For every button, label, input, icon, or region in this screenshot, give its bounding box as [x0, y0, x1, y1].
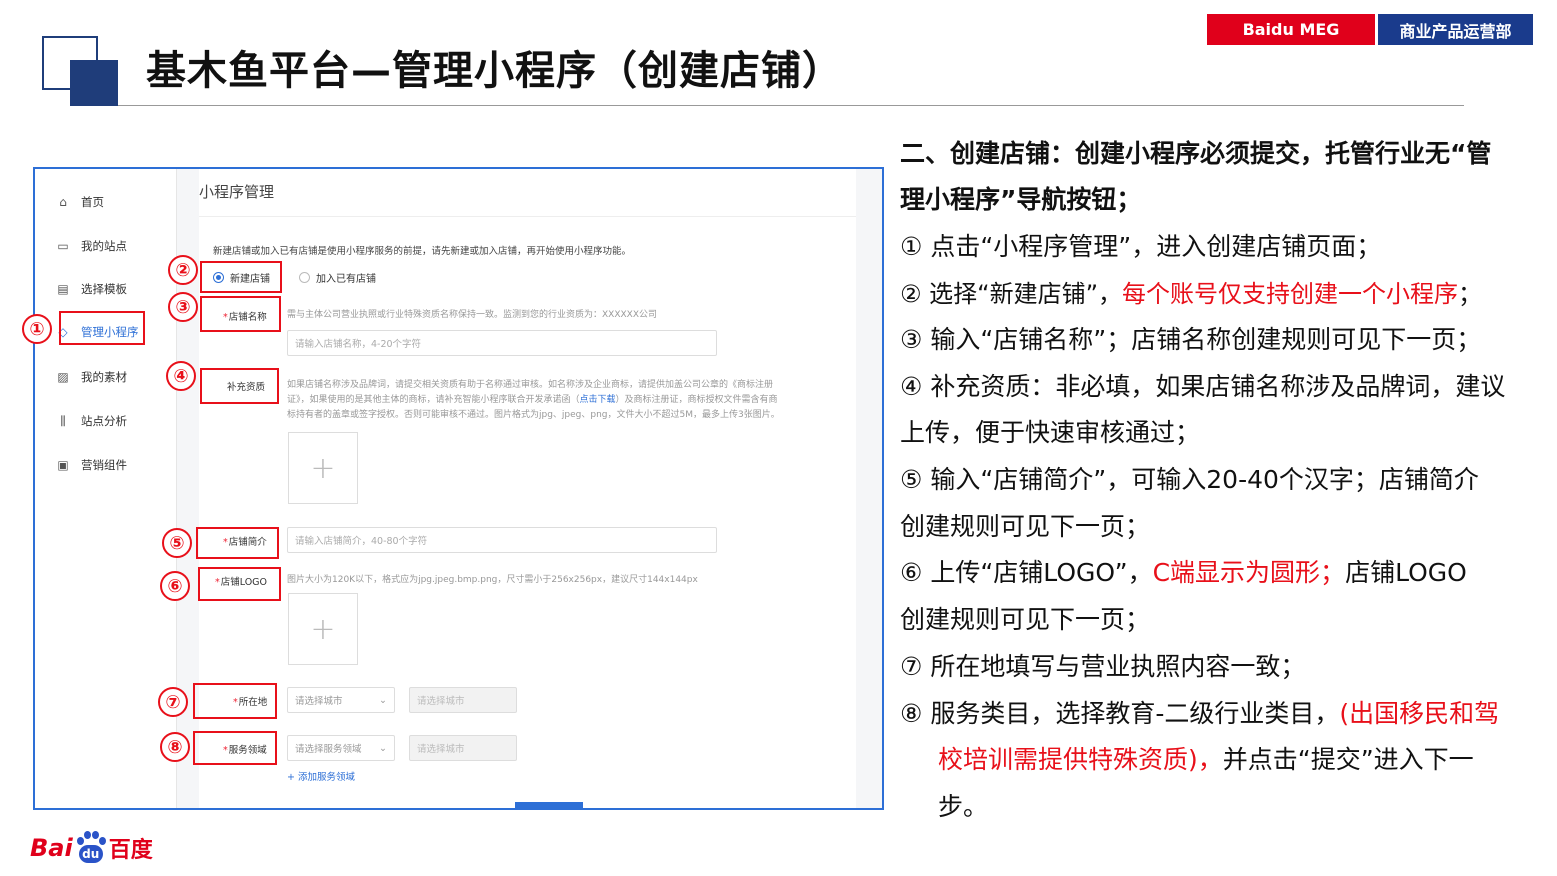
sidebar-item-label: 选择模板 — [81, 282, 127, 296]
note-line-3: ① 点击“小程序管理”，进入创建店铺页面； — [900, 232, 1382, 261]
qualification-hint: 如果店铺名称涉及品牌词，请提交相关资质有助于名称通过审核。如名称涉及企业商标，请… — [287, 380, 780, 420]
service-select[interactable]: 请选择服务领域 ⌄ — [287, 735, 395, 761]
annotation-1: ① — [22, 314, 52, 344]
main-content: 小程序管理 新建店铺或加入已有店铺是使用小程序服务的前提，请先新建或加入店铺，再… — [199, 169, 856, 808]
shop-logo-hint: 图片大小为120K以下，格式应为jpg.jpeg.bmp.png，尺寸需小于25… — [287, 575, 698, 585]
highlight-service — [193, 731, 277, 765]
note-line-13: ⑧ 服务类目，选择教育-二级行业类目，(出国移民和驾 — [900, 699, 1500, 728]
highlight-manage-miniprogram — [59, 311, 145, 345]
shop-name-input[interactable]: 请输入店铺名称，4-20个字符 — [287, 330, 717, 356]
service-city-select-disabled: 请选择城市 — [409, 735, 517, 761]
highlight-new-shop — [200, 261, 282, 293]
annotation-4: ④ — [166, 361, 196, 391]
annotation-2: ② — [168, 255, 198, 285]
annotation-8: ⑧ — [160, 732, 190, 762]
highlight-shop-logo — [198, 567, 281, 601]
slide: 基木鱼平台—管理小程序（创建店铺） Baidu MEG 商业产品运营部 ⌂ 首页… — [0, 0, 1557, 876]
decor-square-filled — [70, 60, 118, 106]
note-line-14: 校培训需提供特殊资质)，并点击“提交”进入下一 — [938, 745, 1474, 774]
sidebar-item-my-sites[interactable]: ▭ 我的站点 — [55, 236, 127, 256]
shop-name-hint: 需与主体公司营业执照或行业特殊资质名称保持一致。监测到您的行业资质为：XXXXX… — [287, 310, 657, 320]
note-line-10: ⑥ 上传“店铺LOGO”，C端显示为圆形；店铺LOGO — [900, 558, 1467, 587]
radio-join-shop[interactable]: 加入已有店铺 — [299, 270, 376, 285]
template-icon: ▤ — [57, 282, 69, 296]
chevron-down-icon: ⌄ — [379, 742, 387, 754]
highlight-location — [193, 683, 277, 719]
department-tag: 商业产品运营部 — [1378, 14, 1533, 45]
shop-intro-input[interactable]: 请输入店铺简介，40-80个字符 — [287, 527, 717, 553]
main-title: 小程序管理 — [199, 183, 275, 201]
add-service-link[interactable]: + 添加服务领域 — [287, 769, 355, 783]
page-title: 基木鱼平台—管理小程序（创建店铺） — [146, 48, 843, 94]
note-line-7: 上传，便于快速审核通过； — [900, 418, 1201, 447]
screenshot-panel: ⌂ 首页 ▭ 我的站点 ▤ 选择模板 ◇ 管理小程序 ▨ 我的素材 ⫼ 站点分析 — [33, 167, 884, 810]
note-line-8: ⑤ 输入“店铺简介”，可输入20-40个汉字；店铺简介 — [900, 465, 1479, 494]
sidebar-item-materials[interactable]: ▨ 我的素材 — [55, 367, 127, 387]
bar-chart-icon: ⫼ — [60, 413, 66, 428]
note-line-4: ② 选择“新建店铺”，每个账号仅支持创建一个小程序； — [900, 280, 1483, 308]
highlight-shop-name — [200, 296, 281, 332]
sidebar-item-label: 营销组件 — [81, 458, 127, 472]
chevron-down-icon: ⌄ — [379, 694, 387, 706]
baidu-logo: Bai du 百度 — [30, 828, 153, 868]
title-divider — [118, 105, 1464, 106]
note-line-15: 步。 — [938, 792, 989, 821]
sidebar-item-templates[interactable]: ▤ 选择模板 — [55, 279, 127, 299]
sidebar-item-label: 我的素材 — [81, 370, 127, 384]
note-line-1: 二、创建店铺：创建小程序必须提交，托管行业无“管 — [900, 139, 1492, 168]
sidebar-item-label: 首页 — [81, 195, 104, 209]
note-line-9: 创建规则可见下一页； — [900, 512, 1151, 541]
radio-dot — [299, 272, 310, 283]
note-line-6: ④ 补充资质：非必填，如果店铺名称涉及品牌词，建议 — [900, 372, 1506, 401]
sidebar-item-label: 站点分析 — [81, 414, 127, 428]
sidebar-item-marketing[interactable]: ▣ 营销组件 — [55, 455, 127, 475]
highlight-qualification — [200, 368, 279, 404]
sidebar: ⌂ 首页 ▭ 我的站点 ▤ 选择模板 ◇ 管理小程序 ▨ 我的素材 ⫼ 站点分析 — [35, 169, 177, 808]
sidebar-item-home[interactable]: ⌂ 首页 — [55, 192, 104, 212]
plus-icon: + — [310, 450, 336, 486]
annotation-5: ⑤ — [162, 528, 192, 558]
paw-icon: du — [75, 831, 107, 865]
city-select[interactable]: 请选择城市 ⌄ — [287, 687, 395, 713]
component-icon: ▣ — [57, 458, 69, 472]
radio-label: 加入已有店铺 — [316, 274, 376, 285]
monitor-icon: ▭ — [57, 239, 69, 253]
city-select-disabled: 请选择城市 — [409, 687, 517, 713]
intro-text: 新建店铺或加入已有店铺是使用小程序服务的前提，请先新建或加入店铺，再开始使用小程… — [213, 246, 632, 257]
sidebar-item-analytics[interactable]: ⫼ 站点分析 — [55, 411, 127, 431]
note-line-2: 理小程序”导航按钮； — [900, 185, 1142, 214]
note-line-5: ③ 输入“店铺名称”；店铺名称创建规则可见下一页； — [900, 325, 1482, 354]
annotation-3: ③ — [168, 292, 198, 322]
sidebar-item-label: 我的站点 — [81, 239, 127, 253]
qualification-upload[interactable]: + — [288, 432, 358, 504]
image-icon: ▨ — [57, 370, 69, 384]
download-link[interactable]: 点击下载 — [580, 395, 616, 405]
annotation-6: ⑥ — [160, 571, 190, 601]
highlight-shop-intro — [196, 527, 279, 559]
home-icon: ⌂ — [59, 195, 67, 209]
plus-icon: + — [310, 611, 336, 647]
submit-button-partial[interactable] — [515, 802, 583, 808]
logo-upload[interactable]: + — [288, 593, 358, 665]
baidu-meg-tag: Baidu MEG — [1207, 14, 1375, 45]
note-line-11: 创建规则可见下一页； — [900, 605, 1151, 634]
note-line-12: ⑦ 所在地填写与营业执照内容一致； — [900, 652, 1306, 681]
main-header: 小程序管理 — [199, 169, 856, 217]
annotation-7: ⑦ — [158, 687, 188, 717]
